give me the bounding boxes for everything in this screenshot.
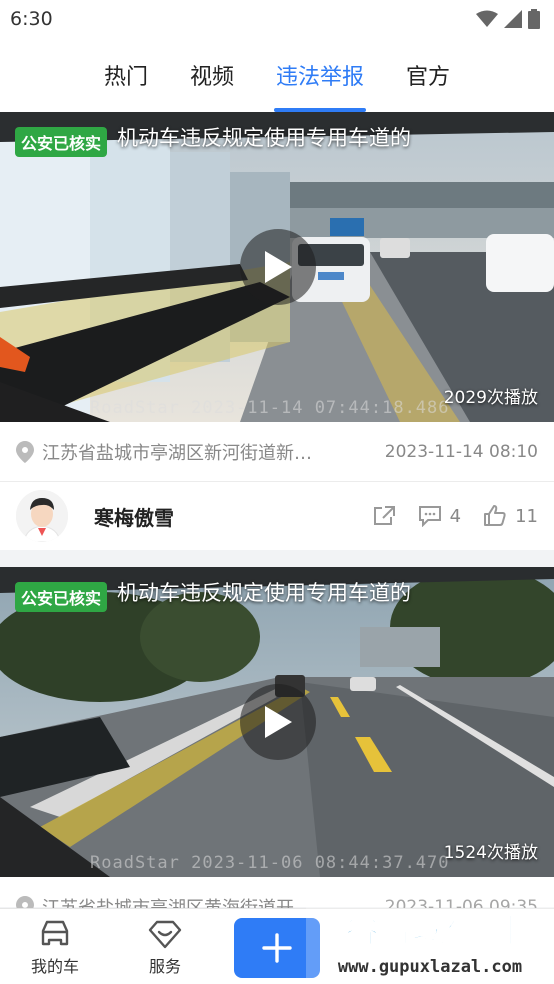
play-count: 1524次播放 (443, 843, 538, 863)
play-icon (265, 251, 292, 283)
post-card: 公安已核实 机动车违反规定使用专用车道的 RoadStar 2023-11-06… (0, 567, 554, 937)
nav-my-car-label: 我的车 (30, 957, 79, 976)
play-button[interactable] (240, 684, 316, 760)
post-card: 公安已核实 机动车违反规定使用专用车道的 RoadStar 2023-11-14… (0, 112, 554, 550)
nav-my-car[interactable]: 我的车 (0, 909, 110, 977)
comment-icon (418, 506, 441, 527)
location-text: 江苏省盐城市亭湖区新河街道新… (42, 442, 312, 464)
tab-violation-report[interactable]: 违法举报 (273, 38, 367, 112)
wifi-icon (476, 10, 498, 27)
tab-video[interactable]: 视频 (190, 38, 234, 112)
video-thumbnail[interactable]: 公安已核实 机动车违反规定使用专用车道的 RoadStar 2023-11-14… (0, 112, 554, 422)
location: 江苏省盐城市亭湖区新河街道新… (16, 439, 312, 465)
signal-icon (504, 10, 522, 28)
username[interactable]: 寒梅傲雪 (94, 502, 174, 531)
play-count: 2029次播放 (443, 388, 538, 408)
nav-service[interactable]: 服务 (110, 909, 220, 977)
svg-text:谷普软件园: 谷普软件园 (345, 911, 515, 951)
thumbs-up-icon (484, 505, 506, 526)
verified-badge: 公安已核实 (15, 127, 108, 157)
share-button[interactable] (372, 505, 396, 527)
watermark-logo: 谷普软件园 www.gupuxlazal.com (306, 896, 554, 982)
post-time: 2023-11-14 08:10 (384, 441, 538, 462)
watermark: 谷普软件园 www.gupuxlazal.com (306, 896, 554, 982)
like-button[interactable]: 11 (483, 505, 538, 527)
service-icon (148, 920, 182, 949)
like-count: 11 (515, 505, 538, 527)
post-actions: 4 11 (372, 505, 538, 527)
car-icon (41, 920, 69, 946)
status-icons (476, 9, 540, 29)
tab-hot[interactable]: 热门 (104, 38, 148, 112)
video-thumbnail[interactable]: 公安已核实 机动车违反规定使用专用车道的 RoadStar 2023-11-06… (0, 567, 554, 877)
category-tabs: 热门 视频 违法举报 官方 (0, 38, 554, 112)
svg-text:www.gupuxlazal.com: www.gupuxlazal.com (338, 957, 522, 977)
comment-count: 4 (449, 505, 462, 527)
user-row: 寒梅傲雪 4 11 (0, 482, 554, 550)
status-time: 6:30 (10, 8, 53, 30)
play-icon (265, 706, 292, 738)
plus-icon (262, 933, 292, 963)
location-pin-icon (16, 440, 34, 463)
tab-official[interactable]: 官方 (406, 38, 450, 112)
comment-button[interactable]: 4 (418, 505, 461, 527)
nav-service-label: 服务 (148, 957, 181, 976)
post-title: 机动车违反规定使用专用车道的 (117, 126, 411, 150)
verified-badge: 公安已核实 (15, 582, 108, 612)
status-bar: 6:30 (0, 0, 554, 38)
camera-timestamp: RoadStar 2023-11-06 08:44:37.470 (90, 853, 450, 873)
camera-timestamp: RoadStar 2023-11-14 07:44:18.486 (90, 398, 450, 418)
avatar-icon (16, 490, 68, 542)
post-title: 机动车违反规定使用专用车道的 (117, 581, 411, 605)
battery-icon (528, 9, 540, 29)
share-icon (373, 506, 395, 525)
location-row: 江苏省盐城市亭湖区新河街道新… 2023-11-14 08:10 (0, 422, 554, 482)
play-button[interactable] (240, 229, 316, 305)
avatar[interactable] (16, 490, 68, 542)
